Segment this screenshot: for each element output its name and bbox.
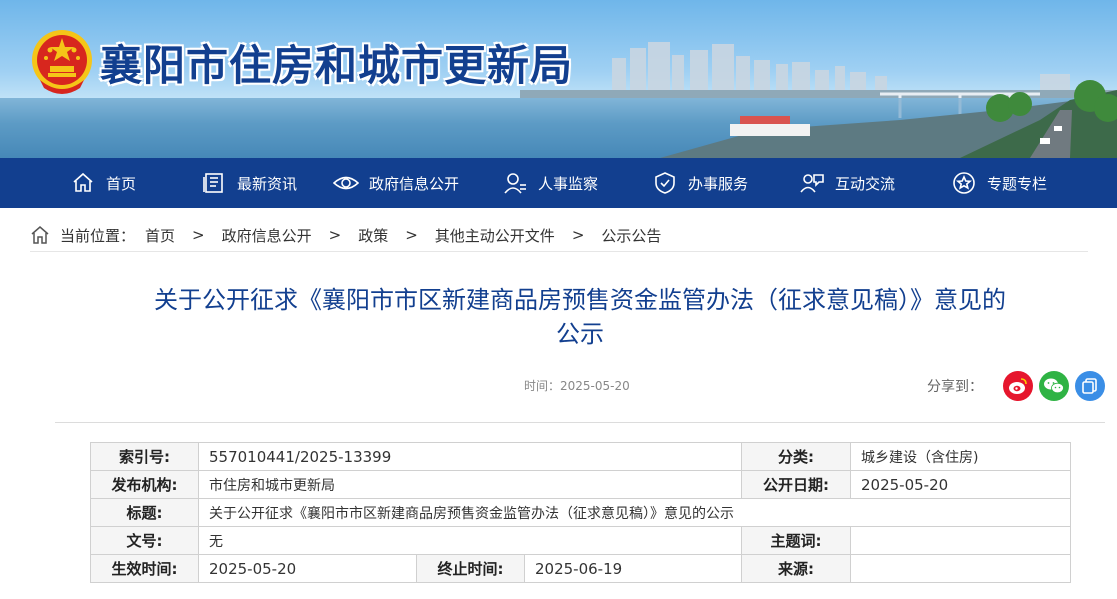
pubdate-label: 公开日期:: [741, 470, 851, 499]
header-banner: 襄阳市住房和城市更新局: [0, 0, 1117, 158]
docno-value: 无: [198, 526, 742, 555]
effective-value: 2025-05-20: [198, 554, 417, 583]
share-label: 分享到：: [927, 379, 983, 395]
site-title: 襄阳市住房和城市更新局: [100, 41, 574, 90]
breadcrumb-item-home[interactable]: 首页: [145, 225, 175, 246]
breadcrumb-item-gov-info[interactable]: 政府信息公开: [222, 225, 312, 246]
docno-label: 文号:: [90, 526, 199, 555]
nav-label: 人事监察: [538, 174, 599, 193]
table-row: 索引号: 557010441/2025-13399 分类: 城乡建设（含住房): [90, 442, 1071, 471]
index-value: 557010441/2025-13399: [198, 442, 742, 471]
breadcrumb-item-notices[interactable]: 公示公告: [601, 225, 661, 246]
nav-label: 办事服务: [688, 174, 749, 193]
person-icon: [502, 170, 528, 196]
nav-label: 互动交流: [835, 174, 896, 193]
time-value: 2025-05-20: [560, 379, 630, 393]
shield-icon: [652, 170, 678, 196]
breadcrumb-item-other-files[interactable]: 其他主动公开文件: [435, 225, 555, 246]
source-value: [850, 554, 1071, 583]
breadcrumb-prefix: 当前位置：: [60, 226, 136, 245]
category-label: 分类:: [741, 442, 851, 471]
copy-share-icon: [1082, 378, 1097, 394]
breadcrumb-separator: >: [405, 226, 418, 244]
star-icon: [951, 170, 977, 196]
article-title-line2: 公示: [556, 320, 604, 348]
nav-item-interaction[interactable]: 互动交流: [799, 158, 951, 208]
nav-label: 政府信息公开: [369, 174, 460, 193]
time-label: 时间：: [524, 379, 561, 393]
wechat-icon: [1044, 378, 1064, 394]
main-nav: 首页 最新资讯 政府信息公开 人事监察 办事服务 互动交流 专题专栏: [0, 158, 1117, 208]
table-row: 发布机构: 市住房和城市更新局 公开日期: 2025-05-20: [90, 470, 1071, 499]
breadcrumb-item-policy[interactable]: 政策: [358, 225, 388, 246]
subject-label: 主题词:: [741, 526, 851, 555]
pubdate-value: 2025-05-20: [850, 470, 1071, 499]
breadcrumb-separator: >: [571, 226, 585, 244]
eye-icon: [333, 170, 359, 196]
breadcrumb: 当前位置： 首页 > 政府信息公开 > 政策 > 其他主动公开文件 > 公示公告: [30, 219, 1088, 252]
news-icon: [201, 170, 227, 196]
nav-item-personnel[interactable]: 人事监察: [502, 158, 652, 208]
breadcrumb-separator: >: [328, 226, 342, 244]
subject-value: [850, 526, 1071, 555]
nav-item-topics[interactable]: 专题专栏: [951, 158, 1081, 208]
title-label: 标题:: [90, 498, 199, 527]
nav-label: 首页: [106, 174, 137, 193]
divider: [55, 422, 1105, 423]
national-emblem-logo: [32, 30, 92, 94]
weibo-share-button[interactable]: [1003, 371, 1033, 401]
table-row: 文号: 无 主题词:: [90, 526, 1071, 555]
publisher-value: 市住房和城市更新局: [198, 470, 742, 499]
nav-item-home[interactable]: 首页: [70, 158, 201, 208]
article-title-line1: 关于公开征求《襄阳市市区新建商品房预售资金监管办法（征求意见稿）》意见的: [154, 286, 1006, 314]
nav-item-services[interactable]: 办事服务: [652, 158, 799, 208]
table-row: 生效时间: 2025-05-20 终止时间: 2025-06-19 来源:: [90, 554, 1071, 583]
document-meta-table: 索引号: 557010441/2025-13399 分类: 城乡建设（含住房) …: [90, 442, 1071, 583]
weibo-icon: [1009, 378, 1027, 394]
home-icon: [31, 226, 49, 244]
end-value: 2025-06-19: [524, 554, 742, 583]
index-label: 索引号:: [90, 442, 199, 471]
home-icon: [70, 170, 96, 196]
nav-item-news[interactable]: 最新资讯: [201, 158, 333, 208]
table-row: 标题: 关于公开征求《襄阳市市区新建商品房预售资金监管办法（征求意见稿）》意见的…: [90, 498, 1071, 527]
title-value: 关于公开征求《襄阳市市区新建商品房预售资金监管办法（征求意见稿）》意见的公示: [198, 498, 1071, 527]
qzone-share-button[interactable]: [1075, 371, 1105, 401]
nav-label: 专题专栏: [987, 174, 1048, 193]
nav-label: 最新资讯: [237, 174, 298, 193]
share-bar: 分享到：: [927, 371, 1105, 401]
effective-label: 生效时间:: [90, 554, 199, 583]
nav-item-gov-info[interactable]: 政府信息公开: [333, 158, 502, 208]
wechat-share-button[interactable]: [1039, 371, 1069, 401]
end-label: 终止时间:: [416, 554, 525, 583]
article-title: 关于公开征求《襄阳市市区新建商品房预售资金监管办法（征求意见稿）》意见的 公示: [100, 283, 1060, 351]
article-time: 时间：2025-05-20: [524, 377, 630, 394]
publisher-label: 发布机构:: [90, 470, 199, 499]
category-value: 城乡建设（含住房): [850, 442, 1071, 471]
source-label: 来源:: [741, 554, 851, 583]
chat-people-icon: [799, 170, 825, 196]
breadcrumb-separator: >: [192, 226, 205, 244]
